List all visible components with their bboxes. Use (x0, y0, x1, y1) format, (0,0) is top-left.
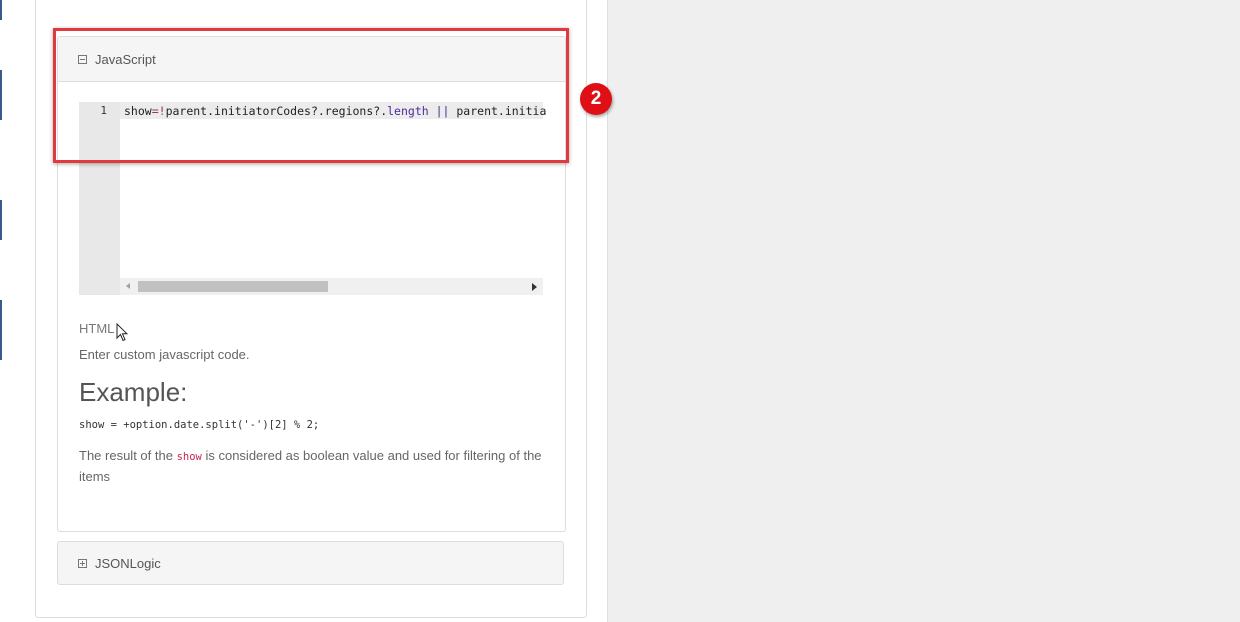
left-window-edge (0, 0, 15, 622)
inline-code: show (176, 451, 202, 463)
html-label: HTML (79, 321, 115, 336)
edge-accent (0, 300, 2, 360)
edge-accent (0, 0, 2, 20)
horizontal-scrollbar[interactable] (120, 278, 543, 295)
annotation-step-badge: 2 (580, 83, 612, 115)
scroll-left-arrow-icon[interactable] (126, 283, 130, 289)
annotation-highlight-box (53, 28, 569, 163)
jsonlogic-panel-header[interactable]: JSONLogic (57, 541, 564, 585)
mouse-pointer-icon (116, 323, 128, 342)
badge-number: 2 (590, 88, 602, 109)
help-text: HTML Enter custom javascript code. Examp… (79, 321, 549, 487)
edge-accent (0, 70, 2, 120)
edge-accent (0, 200, 2, 240)
scroll-right-arrow-icon[interactable] (532, 283, 537, 291)
example-heading: Example: (79, 377, 188, 407)
result-note: The result of the show is considered as … (79, 446, 549, 487)
plus-square-icon (78, 558, 87, 568)
result-note-prefix: The result of the (79, 448, 177, 463)
scrollbar-thumb[interactable] (138, 281, 328, 292)
example-code: show = +option.date.split('-')[2] % 2; (79, 419, 320, 431)
jsonlogic-panel-title: JSONLogic (95, 555, 161, 571)
help-description: Enter custom javascript code. (79, 347, 250, 362)
